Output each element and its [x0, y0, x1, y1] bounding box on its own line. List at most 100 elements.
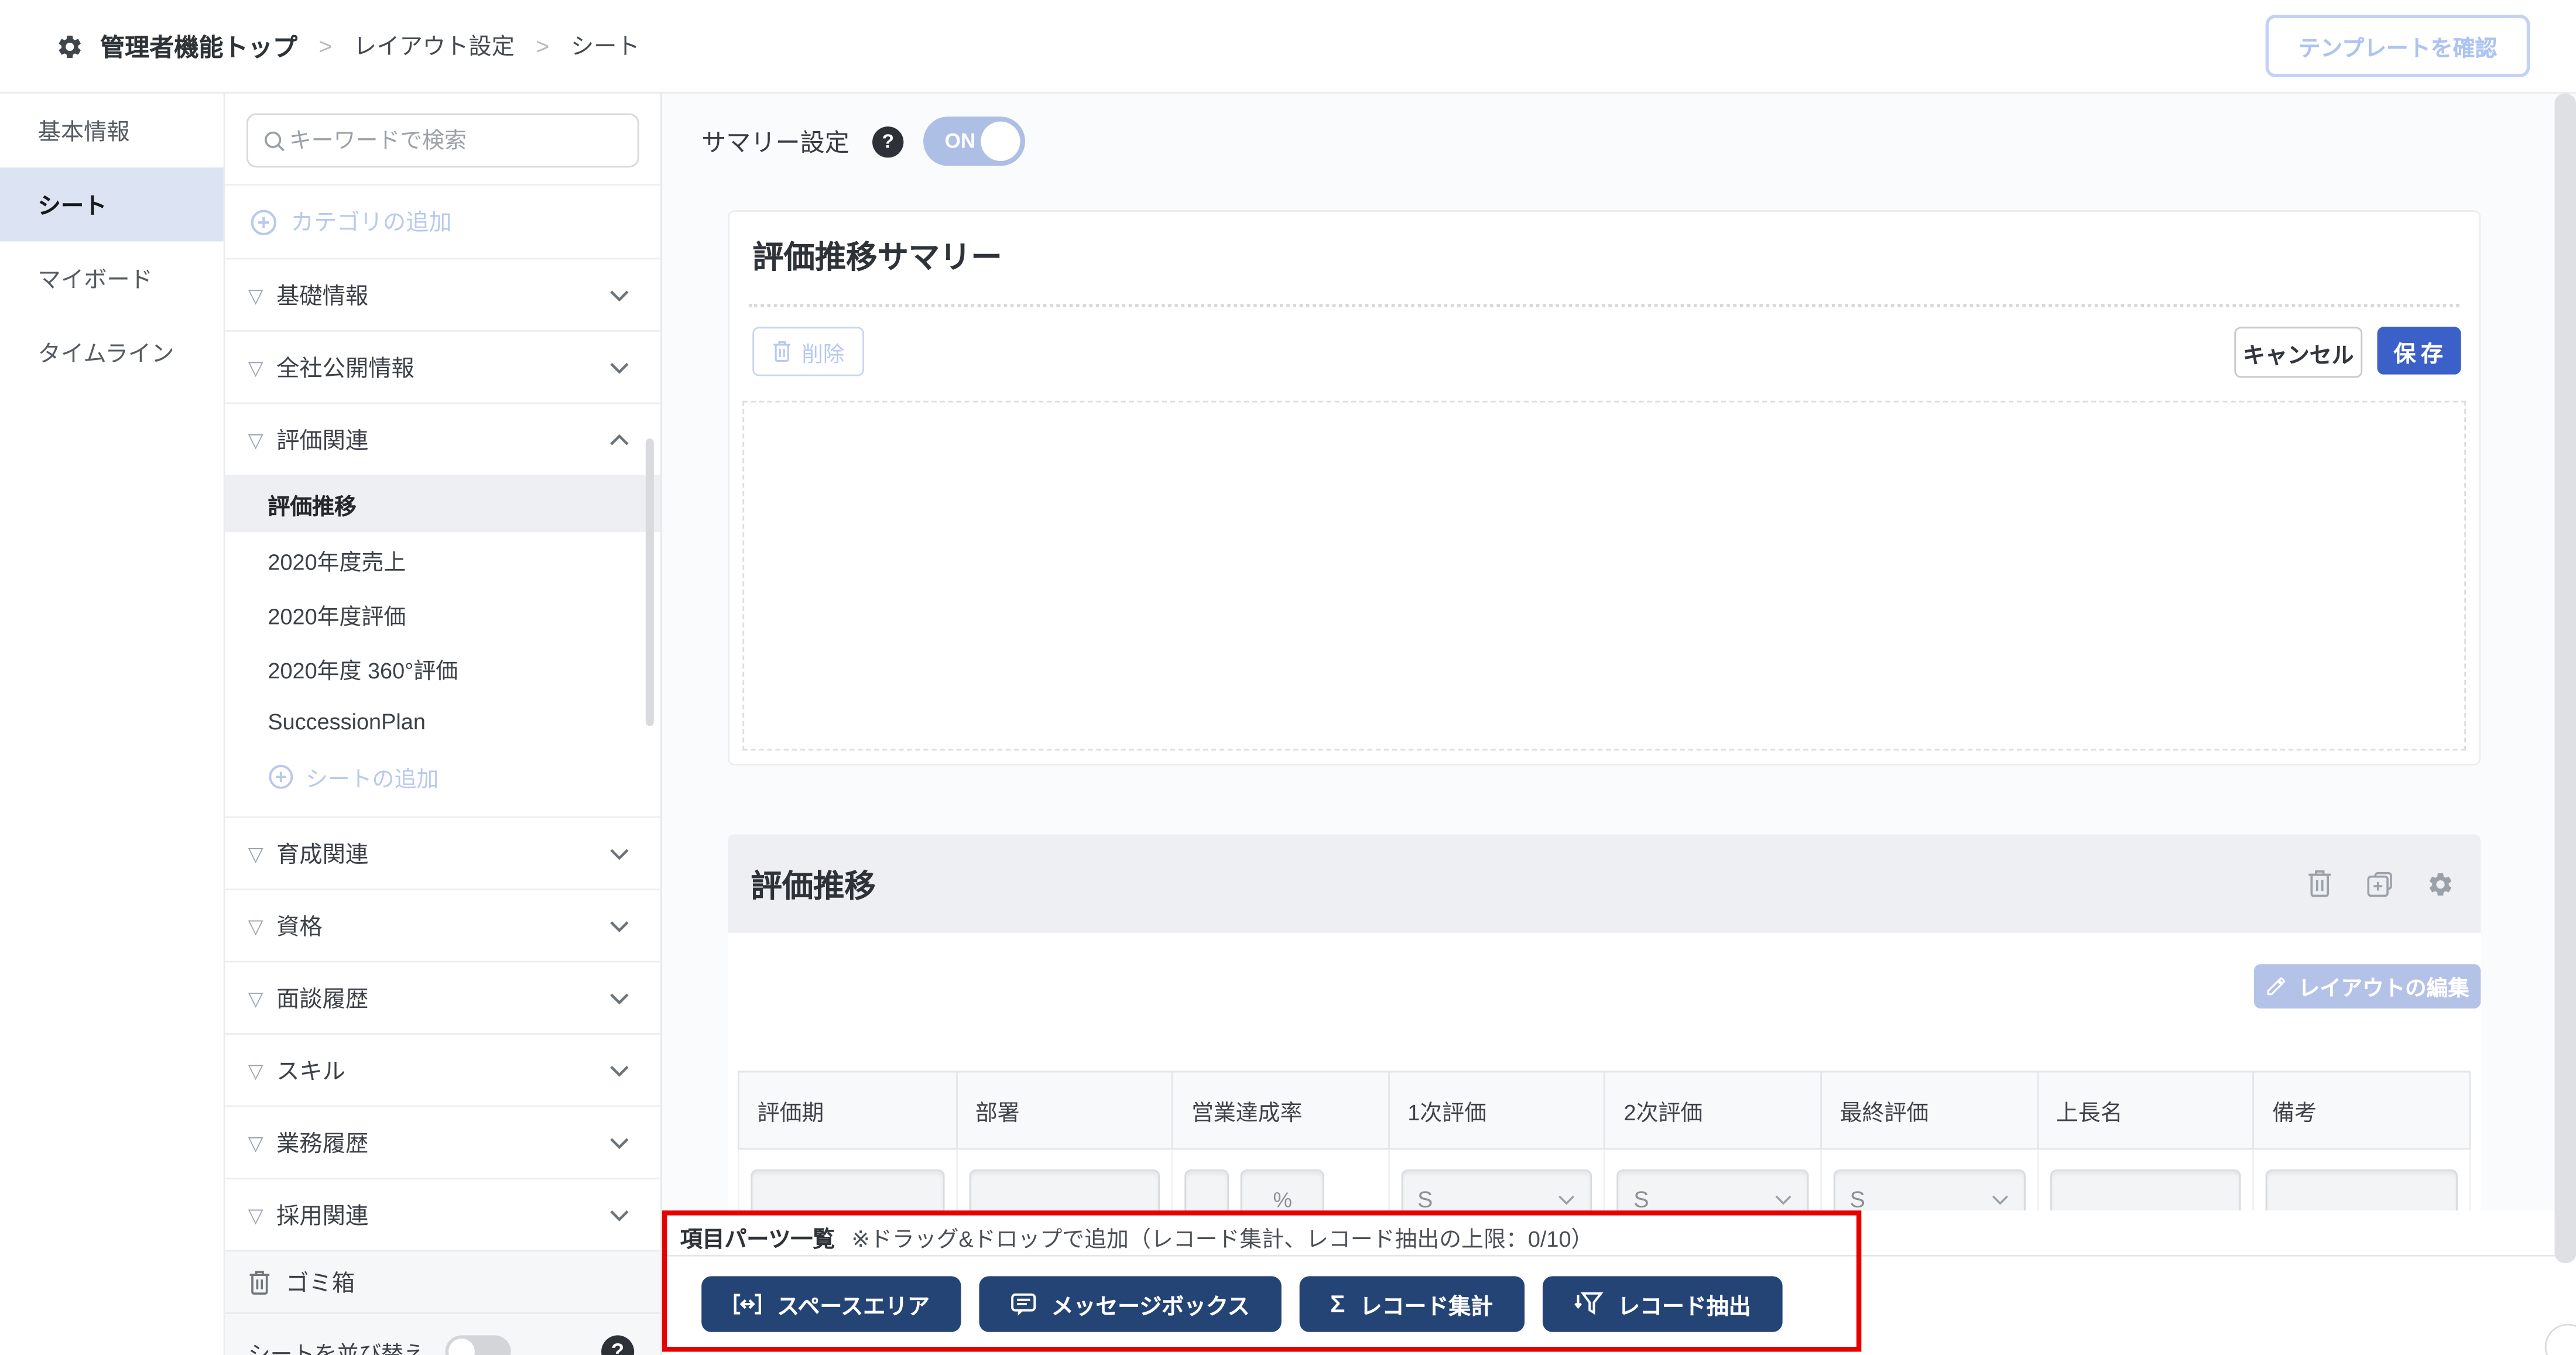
- tab-timeline[interactable]: タイムライン: [0, 315, 224, 389]
- sheet-sidebar: カテゴリの追加 ▽ 基礎情報 ▽ 全社公開情報 ▽ 評価関連 評価推移 2020…: [225, 94, 662, 1355]
- save-button[interactable]: 保存: [2377, 327, 2461, 374]
- add-sheet-button[interactable]: シートの追加: [225, 749, 660, 804]
- trash-icon: [772, 340, 792, 363]
- pencil-icon: [2266, 976, 2287, 997]
- category-marker-icon: ▽: [248, 428, 263, 451]
- reorder-toggle[interactable]: [445, 1335, 511, 1355]
- sheet-item-2020-evaluation[interactable]: 2020年度評価: [225, 586, 660, 641]
- category-marker-icon: ▽: [248, 1131, 263, 1154]
- category-row-skill[interactable]: ▽ スキル: [225, 1033, 660, 1105]
- sidebar-scrollbar[interactable]: [646, 438, 654, 726]
- chevron-down-icon[interactable]: [609, 991, 629, 1004]
- category-marker-icon: ▽: [248, 914, 263, 937]
- breadcrumb-sheet: シート: [571, 30, 640, 63]
- category-row-qualification[interactable]: ▽ 資格: [225, 889, 660, 960]
- chevron-down-icon[interactable]: [609, 919, 629, 932]
- sheet-section-header: 評価推移: [728, 835, 2481, 933]
- column-header: 1次評価: [1388, 1072, 1604, 1148]
- category-marker-icon: ▽: [248, 1203, 263, 1226]
- gear-icon: [56, 32, 84, 60]
- trash-bin-item[interactable]: ゴミ箱: [225, 1250, 660, 1312]
- space-area-part-button[interactable]: スペースエリア: [701, 1276, 961, 1332]
- primary-nav: 基本情報 シート マイボード タイムライン: [0, 94, 225, 1355]
- sheet-item-succession-plan[interactable]: SuccessionPlan: [225, 695, 660, 749]
- column-header: 評価期: [739, 1072, 955, 1148]
- summary-card: 評価推移サマリー 削除 キャンセル 保存: [728, 210, 2481, 765]
- chevron-down-icon[interactable]: [609, 288, 629, 301]
- category-row-company-public[interactable]: ▽ 全社公開情報: [225, 330, 660, 402]
- duplicate-icon[interactable]: [2366, 870, 2394, 898]
- table-header-row: 評価期 部署 営業達成率 1次評価 2次評価 最終評価 上長名 備考: [738, 1071, 2471, 1150]
- add-category-button[interactable]: カテゴリの追加: [225, 186, 660, 258]
- help-icon[interactable]: ?: [601, 1335, 634, 1355]
- category-row-work-history[interactable]: ▽ 業務履歴: [225, 1106, 660, 1178]
- trash-icon[interactable]: [2307, 869, 2333, 898]
- chevron-down-icon[interactable]: [609, 361, 629, 373]
- dotted-divider: [749, 304, 2459, 307]
- chevron-down-icon[interactable]: [609, 1208, 629, 1221]
- delete-button[interactable]: 削除: [752, 327, 864, 376]
- funnel-icon: [1574, 1291, 1604, 1318]
- parts-buttons: スペースエリア メッセージボックス Σ レコード集計 レコード抽出: [701, 1276, 1782, 1332]
- breadcrumb-separator: >: [536, 33, 549, 59]
- category-row-basic[interactable]: ▽ 基礎情報: [225, 258, 660, 330]
- category-marker-icon: ▽: [248, 356, 263, 379]
- sheet-section-title: 評価推移: [751, 862, 875, 906]
- trash-icon: [248, 1269, 271, 1295]
- sheet-section-actions: [2307, 869, 2455, 898]
- app-window: 管理者機能トップ > レイアウト設定 > シート テンプレートを確認 基本情報 …: [0, 0, 2576, 1355]
- toggle-on-label: ON: [945, 130, 976, 153]
- app-header: 管理者機能トップ > レイアウト設定 > シート テンプレートを確認: [0, 0, 2576, 94]
- plus-circle-icon: [268, 763, 294, 789]
- parts-panel-note: ※ドラッグ&ドロップで追加（レコード集計、レコード抽出の上限：0/10）: [851, 1220, 1593, 1253]
- message-box-part-button[interactable]: メッセージボックス: [979, 1276, 1281, 1332]
- search-icon: [263, 129, 286, 152]
- category-row-recruiting[interactable]: ▽ 採用関連: [225, 1178, 660, 1250]
- column-header: 部署: [955, 1072, 1171, 1148]
- chevron-down-icon[interactable]: [609, 1136, 629, 1148]
- parts-panel-header: 項目パーツ一覧 ※ドラッグ&ドロップで追加（レコード集計、レコード抽出の上限：0…: [680, 1220, 1594, 1253]
- page-scrollbar[interactable]: [2555, 94, 2576, 1263]
- record-extract-part-button[interactable]: レコード抽出: [1542, 1276, 1782, 1332]
- summary-toggle[interactable]: ON: [923, 116, 1025, 166]
- breadcrumb-layout-settings[interactable]: レイアウト設定: [354, 30, 515, 63]
- sheet-item-2020-sales[interactable]: 2020年度売上: [225, 532, 660, 586]
- chevron-down-icon: [1991, 1193, 2009, 1205]
- summary-card-title: 評価推移サマリー: [752, 233, 1002, 277]
- category-row-interview-history[interactable]: ▽ 面談履歴: [225, 961, 660, 1033]
- reorder-sheets-row: シートを並び替え ?: [225, 1312, 660, 1355]
- toggle-knob: [448, 1338, 475, 1355]
- column-header: 営業達成率: [1171, 1072, 1388, 1148]
- gear-icon[interactable]: [2427, 870, 2455, 898]
- category-marker-icon: ▽: [248, 986, 263, 1009]
- chevron-up-icon[interactable]: [609, 433, 629, 445]
- category-marker-icon: ▽: [248, 1059, 263, 1082]
- breadcrumb-separator: >: [318, 33, 332, 59]
- category-marker-icon: ▽: [248, 842, 263, 865]
- tab-basic-info[interactable]: 基本情報: [0, 94, 224, 167]
- chevron-down-icon: [1775, 1193, 1793, 1205]
- template-check-button[interactable]: テンプレートを確認: [2265, 15, 2530, 77]
- chevron-down-icon[interactable]: [609, 1064, 629, 1076]
- sheet-item-evaluation-trend[interactable]: 評価推移: [225, 475, 660, 532]
- chevron-down-icon[interactable]: [609, 847, 629, 860]
- column-header: 最終評価: [1820, 1072, 2036, 1148]
- category-row-development[interactable]: ▽ 育成関連: [225, 817, 660, 889]
- category-row-evaluation[interactable]: ▽ 評価関連: [225, 402, 660, 474]
- summary-drop-area[interactable]: [742, 401, 2466, 751]
- sheet-item-2020-360-evaluation[interactable]: 2020年度 360°評価: [225, 640, 660, 695]
- search-box[interactable]: [246, 114, 639, 168]
- summary-settings-bar: サマリー設定 ? ON: [701, 116, 1025, 166]
- toggle-knob: [981, 122, 1020, 161]
- search-input[interactable]: [286, 126, 622, 155]
- chevron-down-icon: [1558, 1193, 1576, 1205]
- record-sum-part-button[interactable]: Σ レコード集計: [1299, 1276, 1524, 1332]
- help-icon[interactable]: ?: [872, 126, 903, 157]
- column-header: 備考: [2253, 1072, 2469, 1148]
- divider: [662, 1255, 2576, 1257]
- cancel-button[interactable]: キャンセル: [2234, 327, 2362, 378]
- edit-layout-button[interactable]: レイアウトの編集: [2254, 964, 2481, 1008]
- tab-myboard[interactable]: マイボード: [0, 241, 224, 315]
- tab-sheet[interactable]: シート: [0, 167, 224, 241]
- sigma-icon: Σ: [1330, 1292, 1345, 1316]
